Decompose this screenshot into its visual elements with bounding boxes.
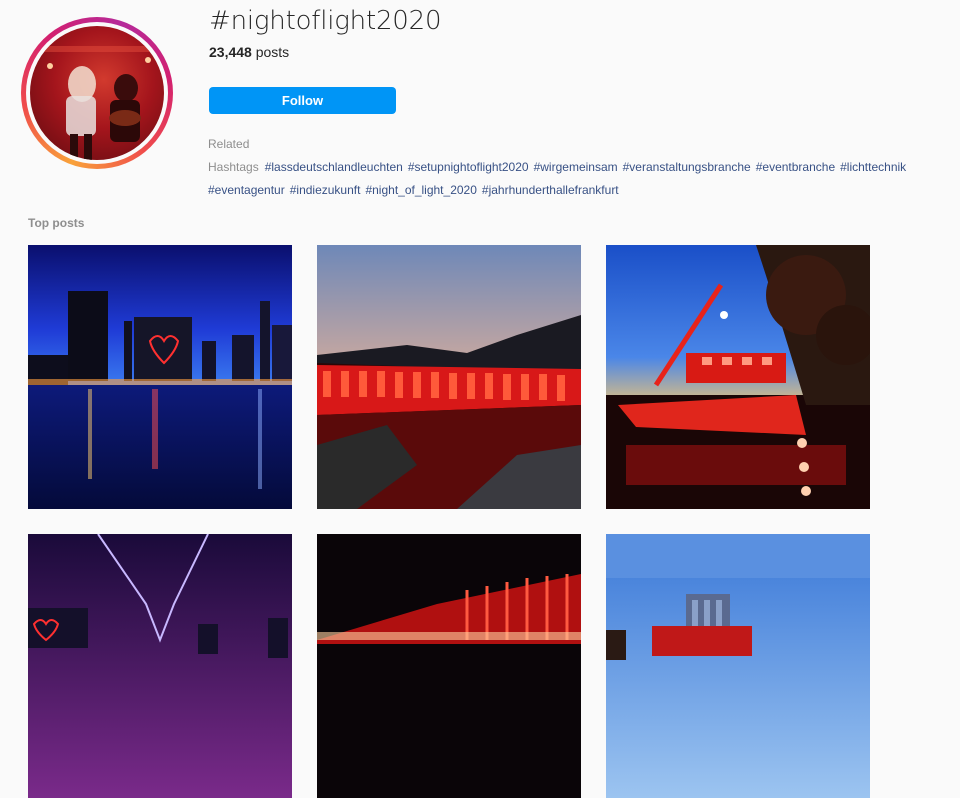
- related-hashtags-label: Related Hashtags: [208, 137, 259, 174]
- frankfurt-skyline-heart-photo-icon: [28, 245, 292, 509]
- follow-button[interactable]: Follow: [209, 87, 396, 114]
- related-hashtag-link[interactable]: #night_of_light_2020: [365, 183, 476, 197]
- bridge-heart-night-photo-icon: [28, 534, 292, 798]
- top-posts-heading: Top posts: [28, 216, 85, 230]
- post-thumbnail-6[interactable]: [606, 534, 870, 798]
- red-lit-ship-crane-photo-icon: [606, 245, 870, 509]
- related-hashtag-link[interactable]: #veranstaltungsbranche: [623, 160, 751, 174]
- post-count: 23,448 posts: [209, 44, 289, 60]
- related-hashtags: Related Hashtags #lassdeutschlandleuchten…: [208, 133, 948, 202]
- related-hashtag-link[interactable]: #lassdeutschlandleuchten: [265, 160, 403, 174]
- post-thumbnail-2[interactable]: [317, 245, 581, 509]
- hashtag-title: #nightoflight2020: [209, 6, 442, 36]
- post-count-suffix: posts: [251, 44, 290, 60]
- avatar-inner: [26, 22, 168, 164]
- post-thumbnail-3[interactable]: [606, 245, 870, 509]
- post-thumbnail-1[interactable]: [28, 245, 292, 509]
- related-hashtag-link[interactable]: #indiezukunft: [290, 183, 361, 197]
- post-count-value: 23,448: [209, 44, 252, 60]
- building-red-light-photo-icon: [606, 534, 870, 798]
- related-hashtag-link[interactable]: #wirgemeinsam: [534, 160, 618, 174]
- related-hashtag-link[interactable]: #setupnightoflight2020: [408, 160, 529, 174]
- related-hashtag-link[interactable]: #eventagentur: [208, 183, 285, 197]
- related-hashtag-link[interactable]: #eventbranche: [756, 160, 835, 174]
- post-thumbnail-5[interactable]: [317, 534, 581, 798]
- related-hashtag-link[interactable]: #lichttechnik: [840, 160, 906, 174]
- hashtag-avatar: [21, 17, 173, 169]
- post-thumbnail-4[interactable]: [28, 534, 292, 798]
- red-lit-facade-photo-icon: [317, 534, 581, 798]
- red-lit-dam-photo-icon: [317, 245, 581, 509]
- related-hashtag-link[interactable]: #jahrhunderthallefrankfurt: [482, 183, 619, 197]
- concert-photo-icon: [30, 26, 164, 160]
